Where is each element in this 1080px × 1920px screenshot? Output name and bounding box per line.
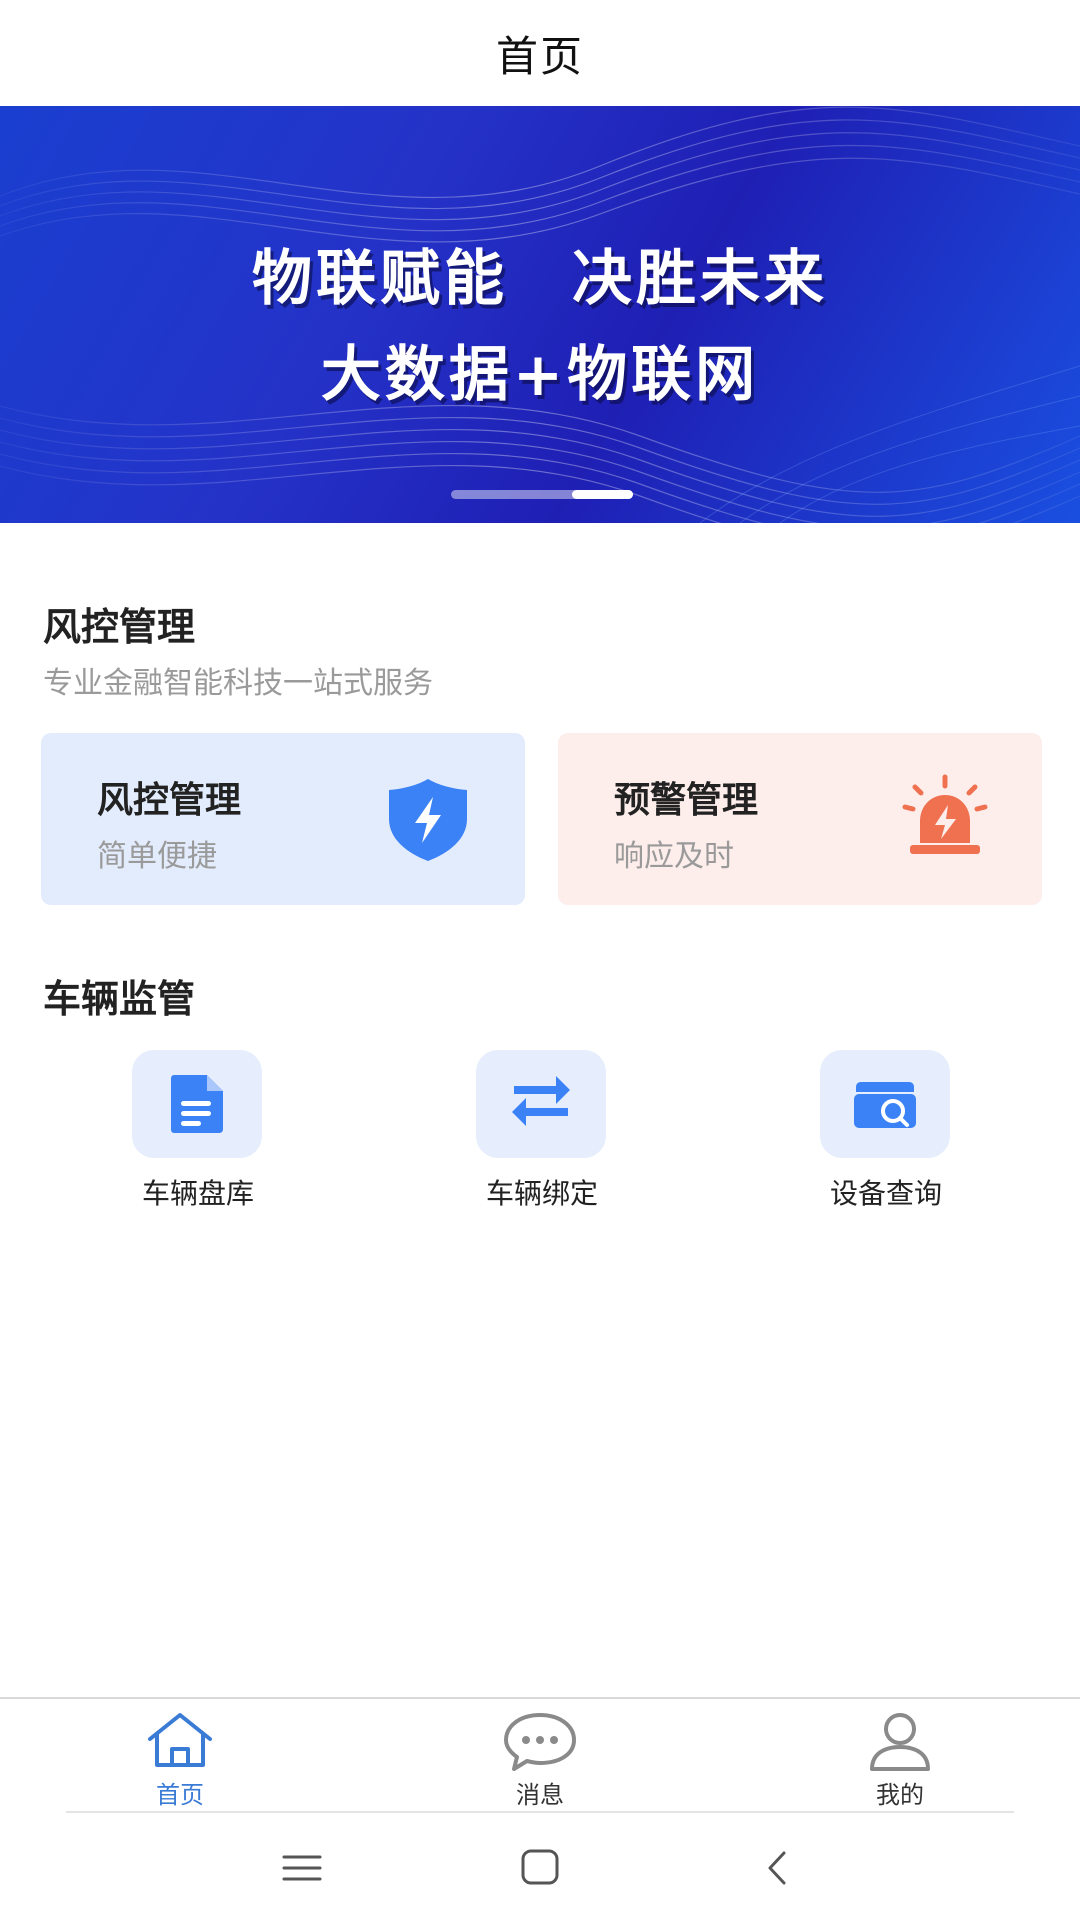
page-title: 首页 xyxy=(495,31,584,81)
card-title: 预警管理 xyxy=(614,780,759,821)
tab-messages[interactable]: 消息 xyxy=(460,1699,620,1815)
device-search-icon xyxy=(854,1082,916,1128)
card-subtitle: 简单便捷 xyxy=(97,839,217,874)
bottom-tab-bar: 首页 消息 我的 xyxy=(0,1697,1080,1813)
home-page: 首页 物联赋能 决胜未来 大数据+物联网 风控管理 专业金融智能科技一站式服务 … xyxy=(0,0,1080,1920)
card-subtitle: 响应及时 xyxy=(614,839,734,874)
warning-management-card[interactable]: 预警管理 响应及时 xyxy=(558,733,1042,905)
chat-bubble-icon xyxy=(504,1713,576,1771)
risk-section-subtitle: 专业金融智能科技一站式服务 xyxy=(43,666,433,701)
icon-tile xyxy=(820,1050,950,1158)
risk-management-card[interactable]: 风控管理 简单便捷 xyxy=(41,733,525,905)
siren-alarm-icon xyxy=(902,774,988,854)
card-title: 风控管理 xyxy=(97,780,242,821)
system-navigation-bar xyxy=(0,1813,1080,1920)
promo-banner[interactable]: 物联赋能 决胜未来 大数据+物联网 xyxy=(0,106,1080,523)
icon-tile xyxy=(132,1050,262,1158)
menu-icon[interactable] xyxy=(272,1843,332,1893)
home-square-icon[interactable] xyxy=(510,1843,570,1893)
tab-home[interactable]: 首页 xyxy=(100,1699,260,1815)
tab-label: 首页 xyxy=(156,1781,204,1809)
icon-tile xyxy=(476,1050,606,1158)
risk-section-title: 风控管理 xyxy=(43,605,196,649)
carousel-indicator xyxy=(451,490,633,499)
back-chevron-icon[interactable] xyxy=(748,1843,808,1893)
carousel-indicator-active xyxy=(572,490,633,499)
swap-arrows-icon xyxy=(512,1076,570,1126)
tab-mine[interactable]: 我的 xyxy=(820,1699,980,1815)
grid-item-label: 设备查询 xyxy=(829,1177,942,1210)
document-list-icon xyxy=(171,1075,223,1133)
banner-headline: 物联赋能 决胜未来 xyxy=(252,244,828,314)
device-query-item[interactable]: 设备查询 xyxy=(786,1050,986,1210)
user-icon xyxy=(870,1713,930,1771)
grid-item-label: 车辆盘库 xyxy=(141,1177,254,1210)
tab-label: 消息 xyxy=(516,1781,564,1809)
vehicle-inventory-item[interactable]: 车辆盘库 xyxy=(98,1050,298,1210)
shield-lightning-icon xyxy=(389,779,467,861)
vehicle-binding-item[interactable]: 车辆绑定 xyxy=(442,1050,642,1210)
top-app-bar: 首页 xyxy=(0,0,1080,106)
grid-item-label: 车辆绑定 xyxy=(485,1177,598,1210)
home-icon xyxy=(148,1713,212,1767)
vehicle-section-title: 车辆监管 xyxy=(43,977,196,1021)
banner-subheadline: 大数据+物联网 xyxy=(320,340,760,410)
tab-label: 我的 xyxy=(876,1781,924,1809)
